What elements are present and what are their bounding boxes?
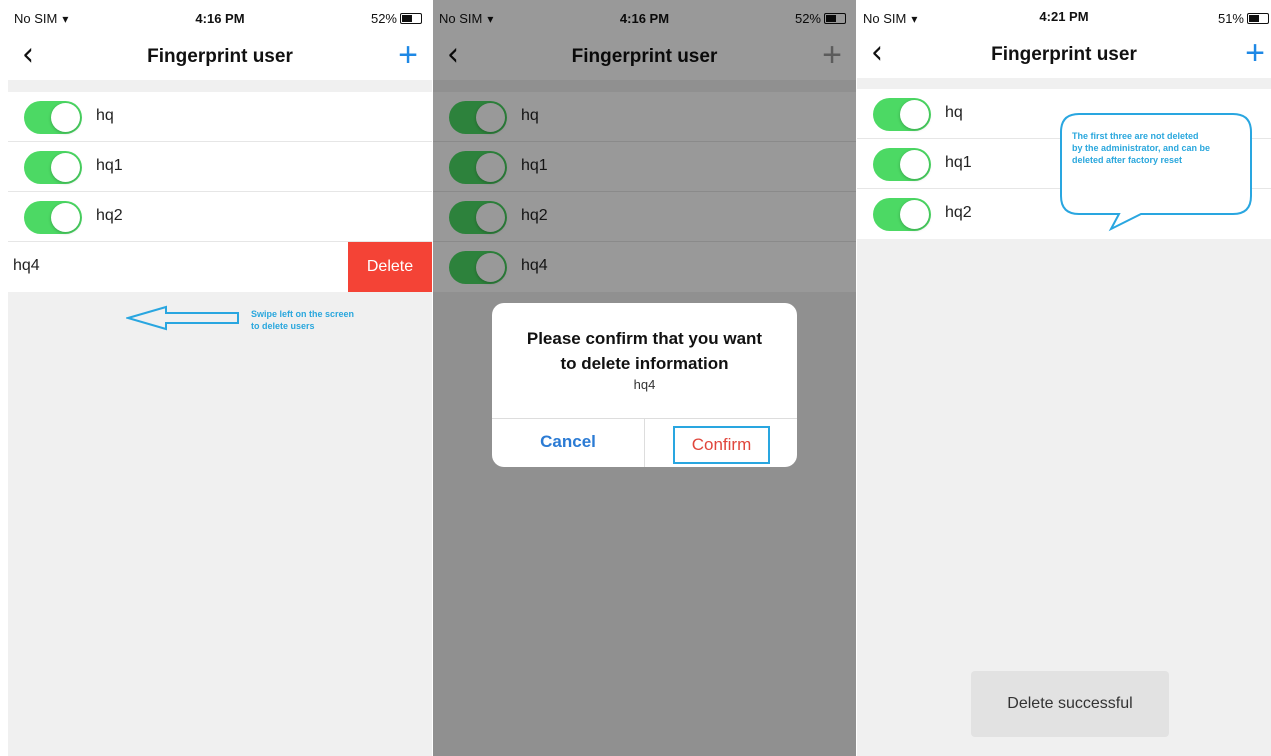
user-name: hq <box>945 104 963 121</box>
status-bar: No SIM ▾ 4:16 PM 52% <box>8 0 432 36</box>
list-item[interactable]: hq1 <box>8 142 432 192</box>
enable-toggle[interactable] <box>873 148 931 181</box>
battery-status: 52% <box>371 11 422 26</box>
user-name: hq4 <box>13 257 40 274</box>
enable-toggle[interactable] <box>24 101 82 134</box>
panel-confirm-dialog: No SIM ▾ 4:16 PM 52% ‹ Fingerprint user +… <box>433 0 856 756</box>
list-item[interactable]: hq <box>8 92 432 142</box>
user-name: hq <box>96 107 114 124</box>
list-item[interactable]: hq2 <box>8 192 432 242</box>
user-list: hq hq1 hq2 hq4 Delete <box>8 92 432 292</box>
enable-toggle[interactable] <box>24 201 82 234</box>
user-name: hq2 <box>96 207 123 224</box>
battery-icon <box>400 13 422 24</box>
confirm-button[interactable]: Confirm <box>673 426 770 464</box>
clock: 4:21 PM <box>1039 9 1089 24</box>
callout-text: The first three are not deleted by the a… <box>1072 131 1211 165</box>
panel-delete-success: No SIM ▾ 4:21 PM 51% ‹ Fingerprint user +… <box>857 0 1271 756</box>
enable-toggle[interactable] <box>24 151 82 184</box>
add-icon[interactable]: + <box>398 38 418 72</box>
battery-icon <box>1247 13 1269 24</box>
swipe-left-arrow-icon <box>126 305 239 331</box>
swipe-hint: Swipe left on the screen to delete users <box>251 309 355 331</box>
user-name: hq1 <box>945 154 972 171</box>
page-title: Fingerprint user <box>147 46 293 67</box>
status-bar: No SIM ▾ 4:21 PM 51% <box>857 0 1271 36</box>
battery-status: 51% <box>1218 11 1269 26</box>
stage: No SIM ▾ 4:16 PM 52% ‹ Fingerprint user +… <box>0 0 1271 756</box>
list-item-swiped[interactable]: hq4 Delete <box>8 242 432 292</box>
enable-toggle[interactable] <box>873 198 931 231</box>
page-title: Fingerprint user <box>991 44 1137 65</box>
clock: 4:16 PM <box>195 11 245 26</box>
user-name: hq2 <box>945 204 972 221</box>
dialog-title: Please confirm that you want to delete i… <box>526 329 763 373</box>
user-name: hq1 <box>96 157 123 174</box>
panel-swipe-delete: No SIM ▾ 4:16 PM 52% ‹ Fingerprint user +… <box>8 0 432 756</box>
nav-bar: ‹ Fingerprint user + <box>857 34 1271 78</box>
add-icon[interactable]: + <box>1245 36 1265 70</box>
cancel-button[interactable]: Cancel <box>492 432 644 452</box>
dialog-subtitle: hq4 <box>633 377 656 392</box>
enable-toggle[interactable] <box>873 98 931 131</box>
confirm-dialog: Please confirm that you want to delete i… <box>492 303 797 467</box>
delete-button[interactable]: Delete <box>348 242 432 292</box>
toast-message: Delete successful <box>971 671 1169 737</box>
nav-bar: ‹ Fingerprint user + <box>8 36 432 80</box>
